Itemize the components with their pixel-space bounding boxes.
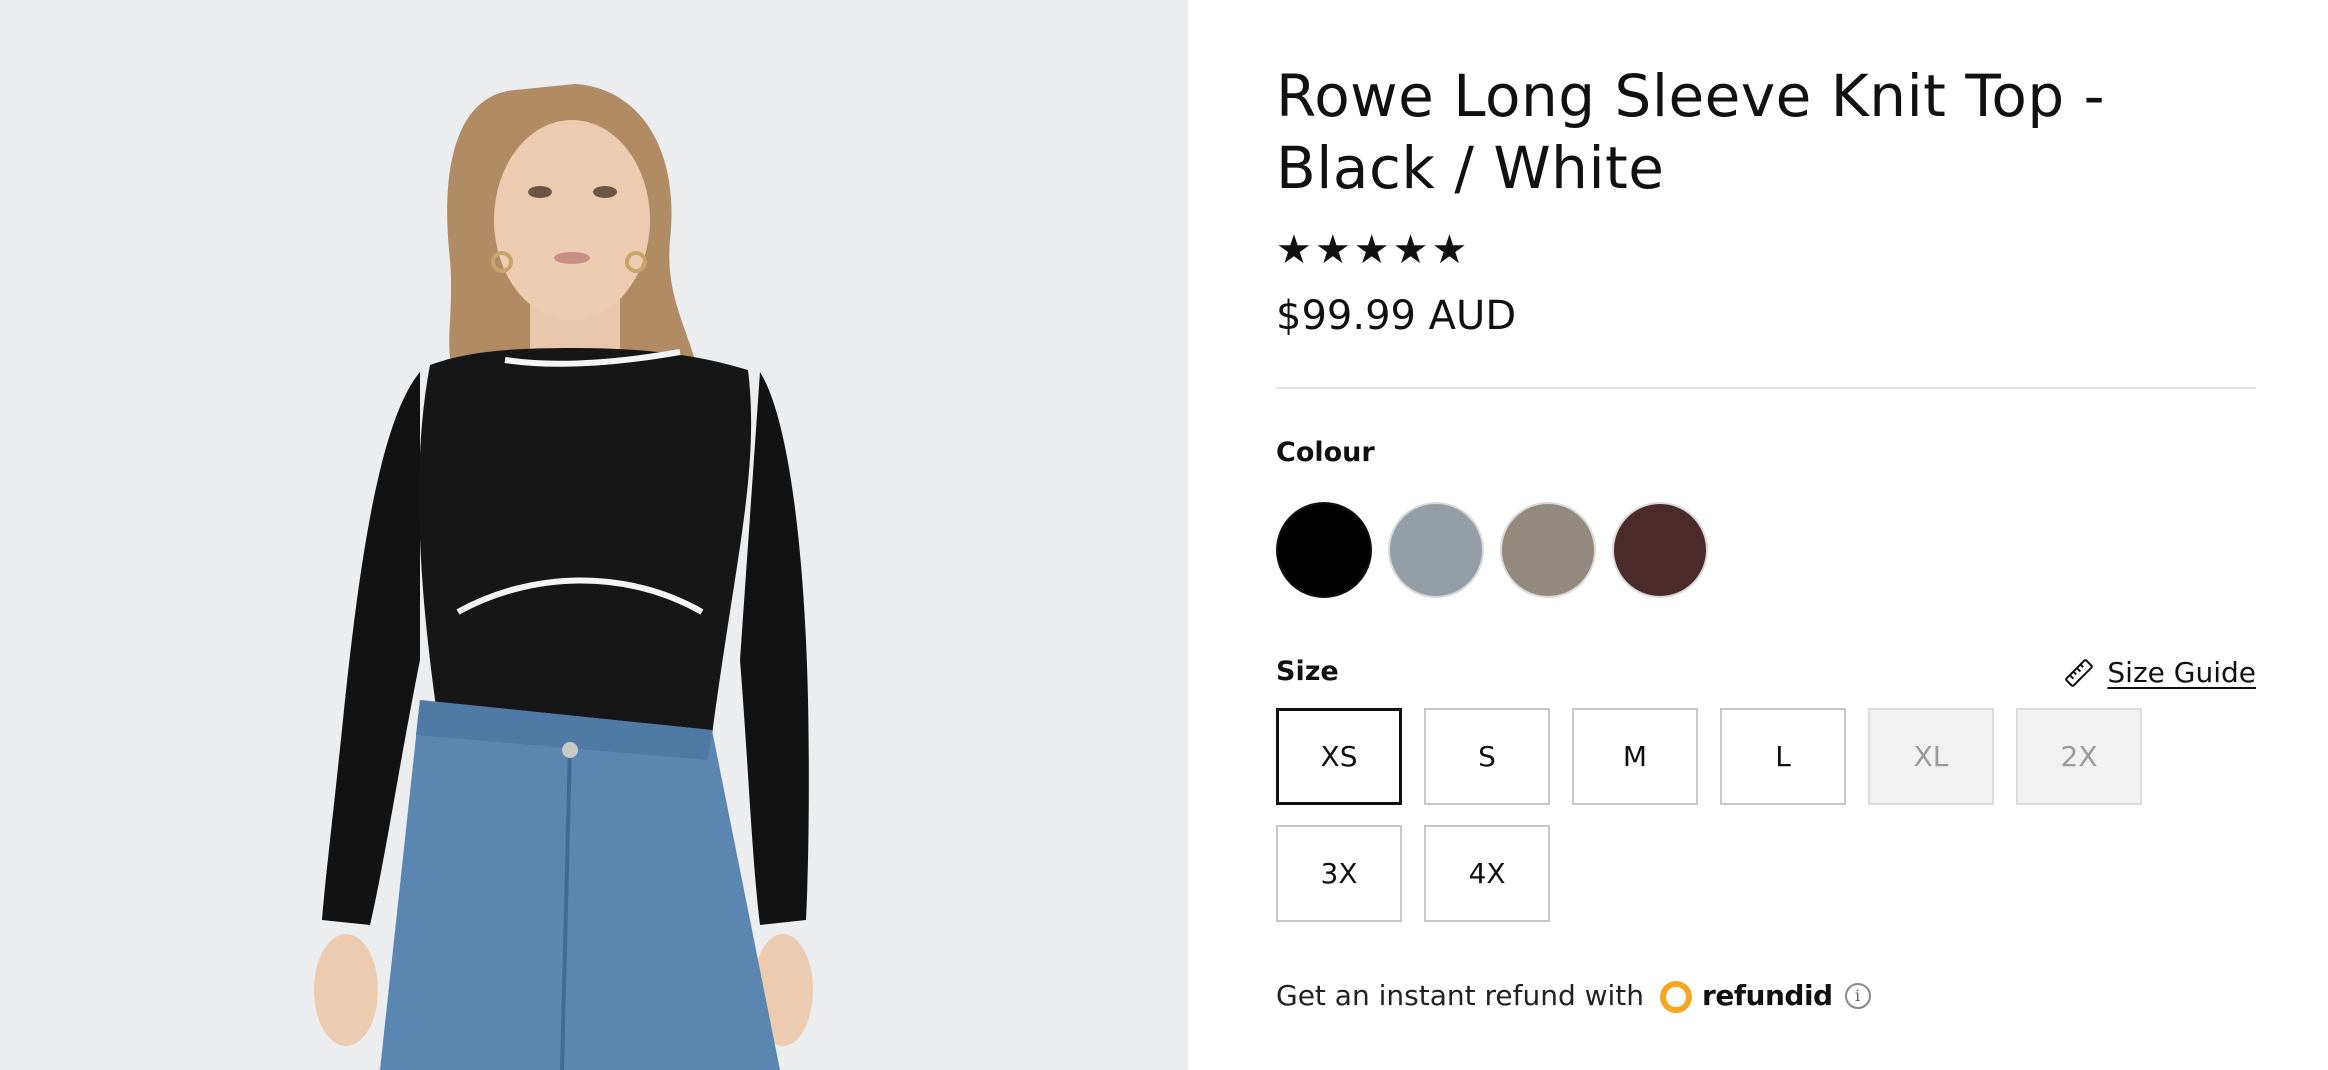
product-info: Rowe Long Sleeve Knit Top - Black / Whit… [1276, 0, 2256, 1070]
ruler-icon [2065, 659, 2094, 687]
size-option-m[interactable]: M [1572, 708, 1698, 805]
taupe-swatch[interactable] [1500, 502, 1596, 598]
size-guide-label: Size Guide [2107, 656, 2256, 689]
size-option-xl[interactable]: XL [1868, 708, 1994, 805]
size-guide-link[interactable]: Size Guide [2063, 655, 2256, 691]
black-swatch[interactable] [1276, 502, 1372, 598]
product-page: Rowe Long Sleeve Knit Top - Black / Whit… [0, 0, 2328, 1070]
star-icon: ★ [1431, 227, 1468, 273]
refund-text: Get an instant refund with [1276, 979, 1645, 1012]
refundid-brand: refundid [1702, 979, 1833, 1012]
size-option-l[interactable]: L [1720, 708, 1846, 805]
size-option-xs[interactable]: XS [1276, 708, 1402, 805]
star-icon: ★ [1392, 227, 1429, 273]
size-label: Size [1276, 656, 1339, 687]
size-option-3x[interactable]: 3X [1276, 825, 1402, 922]
size-option-s[interactable]: S [1424, 708, 1550, 805]
rating-stars[interactable]: ★ ★ ★ ★ ★ [1276, 228, 1467, 272]
product-title: Rowe Long Sleeve Knit Top - Black / Whit… [1276, 62, 2106, 202]
info-icon[interactable]: i [1844, 983, 1871, 1009]
refundid-logo-icon [1660, 981, 1693, 1013]
star-icon: ★ [1314, 227, 1351, 273]
size-option-4x[interactable]: 4X [1424, 825, 1550, 922]
product-image[interactable] [0, 0, 1188, 1070]
refundid-logo[interactable]: refundid [1656, 976, 1833, 1016]
star-icon: ★ [1353, 227, 1390, 273]
colour-label: Colour [1276, 437, 1375, 468]
star-icon: ★ [1276, 227, 1312, 273]
refund-banner: Get an instant refund with refundid i [1276, 976, 1871, 1016]
colour-swatches [1276, 502, 1708, 598]
size-option-2x[interactable]: 2X [2016, 708, 2142, 805]
grey-swatch[interactable] [1388, 502, 1484, 598]
product-price: $99.99 AUD [1276, 293, 1517, 339]
burgundy-swatch[interactable] [1612, 502, 1708, 598]
divider [1276, 387, 2256, 389]
product-photo [0, 0, 1188, 1070]
